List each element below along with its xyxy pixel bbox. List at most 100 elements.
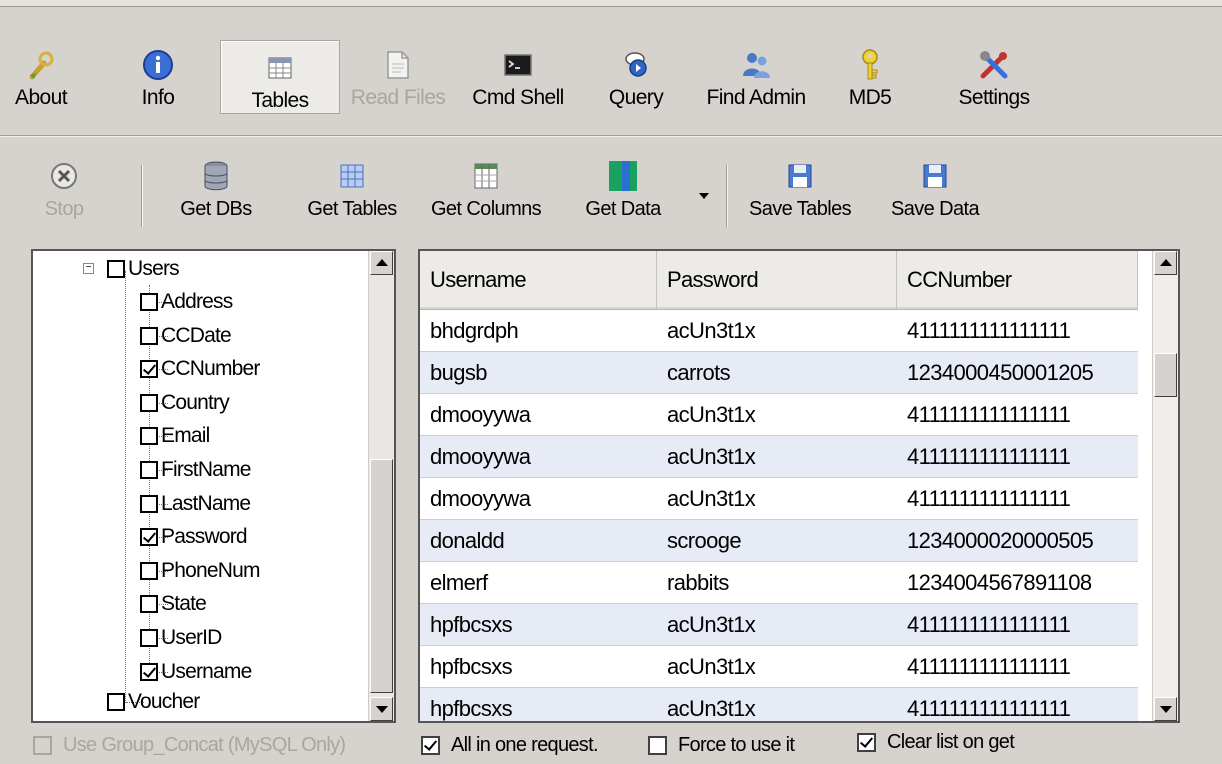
username-cell: elmerf <box>430 570 488 595</box>
scroll-down-button[interactable] <box>370 697 393 721</box>
tree-node-column[interactable]: Country <box>140 388 230 418</box>
tree-node-column[interactable]: State <box>140 589 207 619</box>
column-label: PhoneNum <box>161 558 260 582</box>
about-button[interactable]: About <box>6 38 76 116</box>
column-checkbox[interactable] <box>140 494 158 513</box>
tree-node-column[interactable]: CCDate <box>140 321 232 351</box>
stop-button[interactable]: Stop <box>34 160 94 238</box>
column-label: FirstName <box>161 458 251 481</box>
table-row[interactable]: donaldd scrooge 1234000020000505 <box>420 520 1138 562</box>
scroll-up-button[interactable] <box>1154 251 1177 275</box>
table-row[interactable]: bugsb carrots 1234000450001205 <box>420 352 1138 394</box>
table-row[interactable]: dmooyywa acUn3t1x 4111111111111111 <box>420 436 1138 478</box>
column-label: Country <box>161 390 230 414</box>
all-in-one-option[interactable]: All in one request. <box>421 734 599 757</box>
column-checkbox[interactable] <box>140 595 158 614</box>
query-button[interactable]: Query <box>598 38 674 116</box>
column-checkbox[interactable] <box>140 360 158 379</box>
group-concat-checkbox[interactable] <box>33 736 52 755</box>
clear-list-checkbox[interactable] <box>857 733 876 752</box>
columns-icon <box>470 160 502 192</box>
table-row[interactable]: hpfbcsxs acUn3t1x 4111111111111111 <box>420 604 1138 646</box>
ccnumber-cell: 4111111111111111 <box>907 486 1071 511</box>
get-data-dropdown-arrow[interactable] <box>699 193 709 199</box>
column-checkbox[interactable] <box>140 427 158 446</box>
collapse-toggle[interactable]: − <box>83 263 94 274</box>
table-row[interactable]: hpfbcsxs acUn3t1x 4111111111111111 <box>420 646 1138 688</box>
column-header-username[interactable]: Username <box>420 251 657 309</box>
info-button[interactable]: Info <box>120 38 196 116</box>
get-data-button[interactable]: Get Data <box>574 160 672 238</box>
wrench-shield-icon <box>24 48 58 82</box>
column-checkbox[interactable] <box>140 293 158 311</box>
column-checkbox[interactable] <box>140 461 158 479</box>
users-checkbox[interactable] <box>107 260 125 278</box>
cmd-shell-button[interactable]: Cmd Shell <box>466 38 570 116</box>
scroll-down-button[interactable] <box>1154 697 1177 721</box>
tree-node-column[interactable]: LastName <box>140 489 251 519</box>
username-cell: hpfbcsxs <box>430 696 513 721</box>
save-data-button[interactable]: Save Data <box>880 160 990 238</box>
tree-node-column[interactable]: FirstName <box>140 455 251 485</box>
voucher-checkbox[interactable] <box>107 693 125 711</box>
scroll-up-button[interactable] <box>370 251 393 275</box>
column-label: Username <box>161 659 252 683</box>
username-cell: donaldd <box>430 528 505 553</box>
tree-node-column[interactable]: Username <box>140 657 252 687</box>
scroll-thumb[interactable] <box>1154 353 1177 397</box>
column-header-password[interactable]: Password <box>657 251 897 309</box>
get-columns-button[interactable]: Get Columns <box>422 160 550 238</box>
column-checkbox[interactable] <box>140 662 158 681</box>
tree-node-column[interactable]: Password <box>140 522 248 552</box>
grid-scrollbar[interactable] <box>1152 251 1178 721</box>
tree-node-column[interactable]: UserID <box>140 623 222 653</box>
tree-scrollbar[interactable] <box>368 251 394 721</box>
tree-node-column[interactable]: Email <box>140 421 210 451</box>
password-cell: acUn3t1x <box>667 318 756 343</box>
table-row[interactable]: bhdgrdph acUn3t1x 4111111111111111 <box>420 310 1138 352</box>
get-tables-button[interactable]: Get Tables <box>296 160 408 238</box>
all-in-one-checkbox[interactable] <box>421 736 440 755</box>
username-cell: dmooyywa <box>430 402 531 427</box>
column-header-ccnumber[interactable]: CCNumber <box>897 251 1138 309</box>
password-cell: rabbits <box>667 570 729 595</box>
tree-node-column[interactable]: PhoneNum <box>140 556 260 586</box>
tables-button[interactable]: Tables <box>220 40 340 114</box>
column-checkbox[interactable] <box>140 629 158 647</box>
tree-node-column[interactable]: CCNumber <box>140 354 260 384</box>
ccnumber-cell: 4111111111111111 <box>907 402 1071 427</box>
tree-node-voucher[interactable]: Voucher <box>107 687 200 717</box>
table-row[interactable]: hpfbcsxs acUn3t1x 4111111111111111 <box>420 688 1138 721</box>
password-cell: acUn3t1x <box>667 402 756 427</box>
table-row[interactable]: elmerf rabbits 1234004567891108 <box>420 562 1138 604</box>
ccnumber-cell: 1234004567891108 <box>907 570 1092 595</box>
read-files-button[interactable]: Read Files <box>344 38 452 116</box>
column-checkbox[interactable] <box>140 393 158 412</box>
column-checkbox[interactable] <box>140 561 158 580</box>
data-icon <box>607 160 639 192</box>
document-icon <box>381 48 415 82</box>
force-use-checkbox[interactable] <box>648 736 667 755</box>
table-row[interactable]: dmooyywa acUn3t1x 4111111111111111 <box>420 478 1138 520</box>
table-icon <box>263 51 297 85</box>
tree-node-users[interactable]: Users <box>107 254 180 284</box>
floppy-icon <box>784 160 816 192</box>
get-dbs-button[interactable]: Get DBs <box>170 160 262 238</box>
settings-button[interactable]: Settings <box>948 38 1040 116</box>
save-tables-button[interactable]: Save Tables <box>738 160 862 238</box>
table-row[interactable]: dmooyywa acUn3t1x 4111111111111111 <box>420 394 1138 436</box>
toolbar-divider <box>141 165 143 227</box>
tree-node-column[interactable]: Address <box>140 287 233 317</box>
find-admin-button[interactable]: Find Admin <box>698 38 814 116</box>
column-label: Password <box>161 525 248 549</box>
column-checkbox[interactable] <box>140 326 158 345</box>
md5-button[interactable]: MD5 <box>838 38 902 116</box>
force-use-option[interactable]: Force to use it <box>648 734 795 757</box>
column-checkbox[interactable] <box>140 528 158 547</box>
clear-list-option[interactable]: Clear list on get <box>857 731 1015 754</box>
grid-header: Username Password CCNumber <box>420 251 1138 310</box>
column-label: UserID <box>161 626 222 649</box>
scroll-thumb[interactable] <box>370 459 393 693</box>
password-cell: acUn3t1x <box>667 486 756 511</box>
group-concat-option[interactable]: Use Group_Concat (MySQL Only) <box>33 734 346 757</box>
